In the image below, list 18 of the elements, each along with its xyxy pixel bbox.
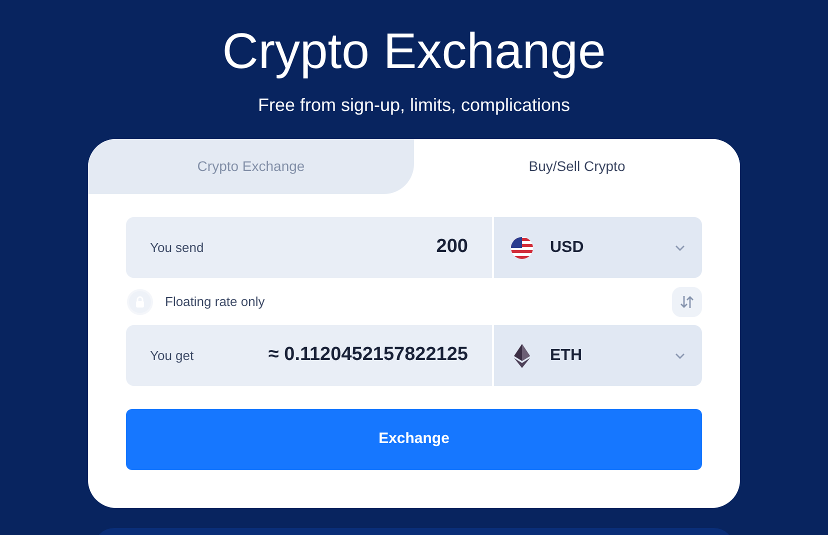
amount-value: ≈ 0.1120452157822125 [268, 343, 468, 368]
chevron-down-icon [674, 244, 686, 252]
exchange-button[interactable]: Exchange [126, 409, 702, 470]
rate-note: Floating rate only [165, 292, 265, 311]
amount-field[interactable]: You send 200 [126, 217, 492, 278]
page-title: Crypto Exchange [222, 26, 606, 76]
chevron-down-icon [674, 352, 686, 360]
amount-value: 200 [436, 235, 468, 260]
page-subtitle: Free from sign-up, limits, complications [258, 94, 570, 117]
amount-field[interactable]: You get ≈ 0.1120452157822125 [126, 325, 492, 386]
field-label: You send [150, 238, 204, 257]
field-label: You get [150, 346, 194, 365]
currency-select[interactable]: ETH [494, 325, 702, 386]
swap-icon [678, 294, 696, 310]
ethereum-icon [514, 344, 530, 368]
currency-select[interactable]: USD [494, 217, 702, 278]
flag-icon [510, 236, 534, 260]
swap-button[interactable] [672, 286, 702, 316]
